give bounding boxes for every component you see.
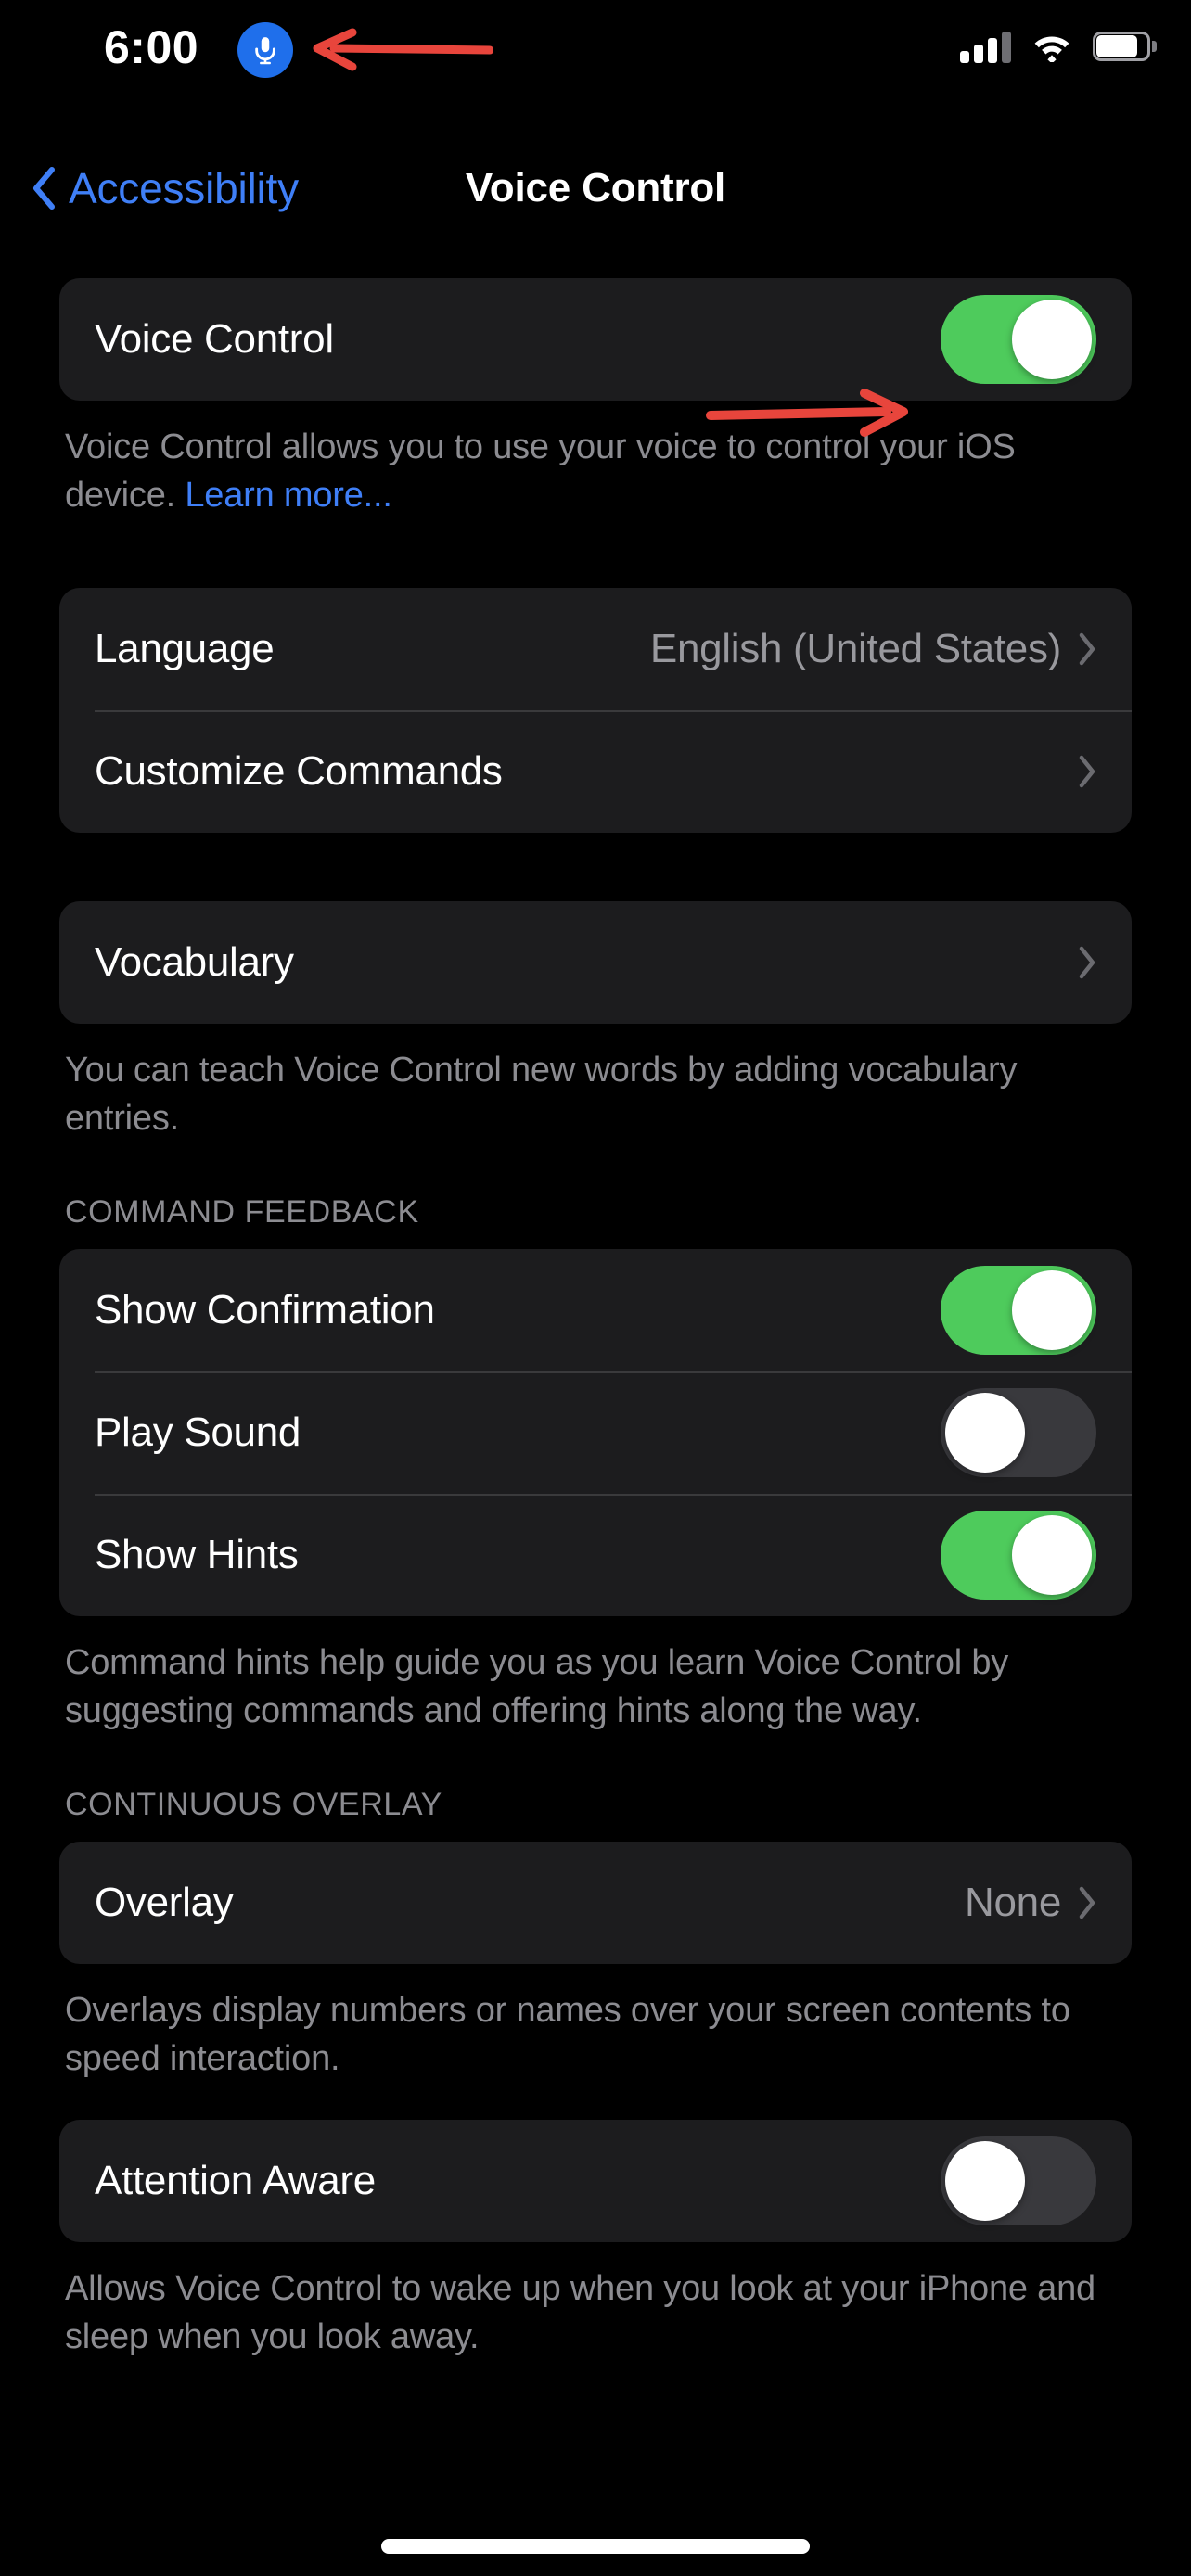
attention-aware-toggle[interactable] xyxy=(941,2136,1096,2225)
row-overlay[interactable]: Overlay None xyxy=(59,1842,1132,1964)
show-confirmation-toggle[interactable] xyxy=(941,1266,1096,1355)
voice-control-footer: Voice Control allows you to use your voi… xyxy=(65,423,1126,519)
row-show-confirmation[interactable]: Show Confirmation xyxy=(59,1249,1132,1371)
chevron-right-icon xyxy=(1078,755,1096,788)
phone-screen: 6:00 Accessibility Voice Control Voice C… xyxy=(0,0,1191,2576)
row-customize-commands[interactable]: Customize Commands xyxy=(59,710,1132,833)
language-card: Language English (United States) Customi… xyxy=(59,588,1132,833)
row-language[interactable]: Language English (United States) xyxy=(59,588,1132,710)
row-label: Overlay xyxy=(95,1880,234,1925)
row-label: Voice Control xyxy=(95,316,334,362)
row-value: None xyxy=(965,1880,1061,1925)
microphone-icon[interactable] xyxy=(237,22,293,78)
row-play-sound[interactable]: Play Sound xyxy=(59,1371,1132,1494)
row-show-hints[interactable]: Show Hints xyxy=(59,1494,1132,1616)
row-label: Play Sound xyxy=(95,1409,301,1455)
navigation-bar: Accessibility Voice Control xyxy=(0,158,1191,247)
learn-more-link[interactable]: Learn more... xyxy=(185,476,392,515)
chevron-right-icon xyxy=(1078,632,1096,666)
voice-control-toggle[interactable] xyxy=(941,295,1096,384)
attention-aware-footer: Allows Voice Control to wake up when you… xyxy=(65,2269,1095,2356)
section-header-command-feedback: COMMAND FEEDBACK xyxy=(65,1194,419,1230)
row-value: English (United States) xyxy=(649,626,1061,671)
section-header-continuous-overlay: CONTINUOUS OVERLAY xyxy=(65,1787,442,1822)
row-voice-control[interactable]: Voice Control xyxy=(59,278,1132,401)
wifi-icon xyxy=(1031,31,1072,62)
vocabulary-footer: You can teach Voice Control new words by… xyxy=(65,1051,1018,1138)
cellular-signal-icon xyxy=(960,30,1011,63)
row-label: Language xyxy=(95,626,275,671)
chevron-right-icon xyxy=(1078,946,1096,979)
vocabulary-card: Vocabulary xyxy=(59,901,1132,1024)
page-title: Voice Control xyxy=(465,165,726,210)
settings-list: Voice Control Voice Control allows you t… xyxy=(0,278,1191,2361)
row-vocabulary[interactable]: Vocabulary xyxy=(59,901,1132,1024)
battery-icon xyxy=(1093,32,1157,61)
command-feedback-card: Show Confirmation Play Sound Show Hints xyxy=(59,1249,1132,1616)
show-hints-toggle[interactable] xyxy=(941,1511,1096,1600)
continuous-overlay-footer: Overlays display numbers or names over y… xyxy=(65,1991,1070,2078)
home-indicator[interactable] xyxy=(381,2539,810,2554)
row-label: Show Confirmation xyxy=(95,1287,435,1333)
row-label: Show Hints xyxy=(95,1532,299,1577)
chevron-right-icon xyxy=(1078,1886,1096,1919)
row-label: Vocabulary xyxy=(95,939,294,985)
row-attention-aware[interactable]: Attention Aware xyxy=(59,2120,1132,2242)
command-feedback-footer: Command hints help guide you as you lear… xyxy=(65,1643,1009,1730)
status-bar-indicators xyxy=(960,30,1157,63)
row-label: Attention Aware xyxy=(95,2158,376,2203)
attention-aware-card: Attention Aware xyxy=(59,2120,1132,2242)
row-label: Customize Commands xyxy=(95,748,503,794)
voice-control-card: Voice Control xyxy=(59,278,1132,401)
status-bar: 6:00 xyxy=(0,0,1191,104)
status-bar-time: 6:00 xyxy=(104,21,199,73)
play-sound-toggle[interactable] xyxy=(941,1388,1096,1477)
continuous-overlay-card: Overlay None xyxy=(59,1842,1132,1964)
